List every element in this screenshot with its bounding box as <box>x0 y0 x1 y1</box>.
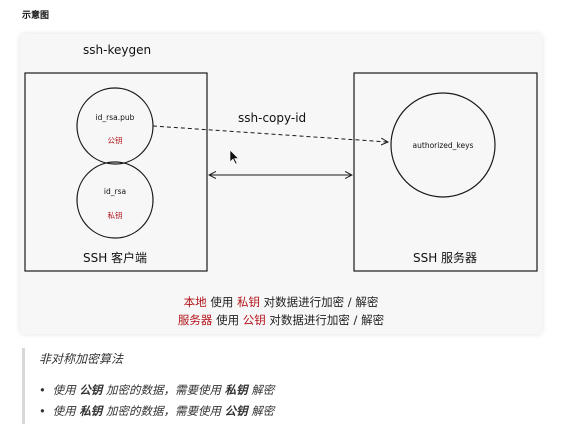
copy-id-command-label: ssh-copy-id <box>238 111 306 125</box>
note-key: 公钥 <box>79 383 103 397</box>
ssh-client-label: SSH 客户端 <box>83 250 147 265</box>
diagram-card: ssh-keygen id_rsa.pub 公钥 id_rsa 私钥 SSH 客… <box>20 34 542 334</box>
legend-line-server: 服务器 使用 公钥 对数据进行加密 / 解密 <box>20 312 542 328</box>
mouse-cursor-icon <box>229 149 240 165</box>
public-key-kind: 公钥 <box>108 135 123 145</box>
legend-key: 公钥 <box>242 313 266 327</box>
ssh-client-box <box>24 72 208 272</box>
ssh-server-box <box>353 72 538 272</box>
private-key-filename: id_rsa <box>104 187 126 196</box>
bullet-icon: • <box>39 404 46 418</box>
note-pre: 使用 <box>52 383 76 397</box>
list-item: • 使用 私钥 加密的数据，需要使用 公钥 解密 <box>39 401 274 422</box>
legend-post: 对数据进行加密 / 解密 <box>263 295 379 309</box>
note-post: 解密 <box>251 383 275 397</box>
diagram-svg: ssh-keygen id_rsa.pub 公钥 id_rsa 私钥 SSH 客… <box>24 43 538 272</box>
note-pre: 使用 <box>52 404 76 418</box>
page-heading: 示意图 <box>22 11 50 21</box>
bullet-icon: • <box>39 383 46 397</box>
legend-post: 对数据进行加密 / 解密 <box>269 313 385 327</box>
page: 示意图 ssh-keygen id_rsa.pub 公钥 id_rsa 私钥 S… <box>0 0 576 428</box>
legend-pre: 使用 <box>216 313 240 327</box>
legend-pre: 使用 <box>210 295 234 309</box>
note-mid: 加密的数据，需要使用 <box>105 404 221 418</box>
notes-list: • 使用 公钥 加密的数据，需要使用 私钥 解密 • 使用 私钥 加密的数据，需… <box>39 380 274 422</box>
legend-key: 私钥 <box>236 295 260 309</box>
note-key: 私钥 <box>79 404 103 418</box>
ssh-server-label: SSH 服务器 <box>413 250 477 265</box>
note-key2: 公钥 <box>224 404 248 418</box>
public-key-filename: id_rsa.pub <box>96 113 135 122</box>
note-post: 解密 <box>251 404 275 418</box>
legend-actor: 本地 <box>183 295 207 309</box>
list-item: • 使用 公钥 加密的数据，需要使用 私钥 解密 <box>39 380 274 401</box>
legend-line-local: 本地 使用 私钥 对数据进行加密 / 解密 <box>20 294 542 310</box>
legend-actor: 服务器 <box>177 313 213 327</box>
copy-id-dashed-arrow <box>152 125 388 142</box>
note-key2: 私钥 <box>224 383 248 397</box>
public-key-circle <box>76 87 154 165</box>
notes-blockquote: 非对称加密算法 • 使用 公钥 加密的数据，需要使用 私钥 解密 • 使用 私钥… <box>22 348 565 424</box>
private-key-circle <box>76 161 154 239</box>
private-key-kind: 私钥 <box>108 210 123 220</box>
keygen-command-label: ssh-keygen <box>83 43 151 57</box>
note-mid: 加密的数据，需要使用 <box>105 383 221 397</box>
authorized-keys-filename: authorized_keys <box>413 141 474 150</box>
notes-title: 非对称加密算法 <box>39 352 124 366</box>
